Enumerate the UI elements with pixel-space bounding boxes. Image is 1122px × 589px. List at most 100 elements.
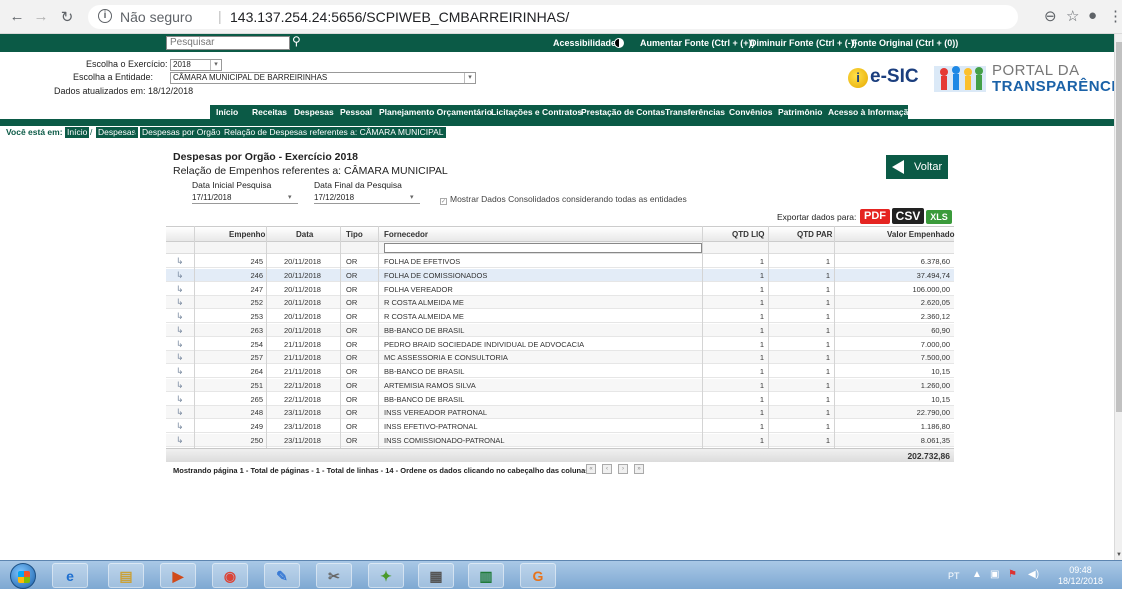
arrow-right-icon[interactable]: → xyxy=(32,8,50,25)
scroll-down-icon[interactable]: ▼ xyxy=(1115,552,1122,558)
header-qtd-liq[interactable]: QTD LIQ xyxy=(732,230,764,239)
menu-acesso[interactable]: Acesso à Informação xyxy=(828,107,914,117)
exercicio-select[interactable]: 2018 ▾ xyxy=(170,59,222,71)
menu-receitas[interactable]: Receitas xyxy=(252,107,287,117)
table-row[interactable]: ↳ 246 20/11/2018 OR FOLHA DE COMISSIONADOS 1 1… xyxy=(166,268,954,282)
prev-page-icon[interactable]: ‹ xyxy=(602,464,612,474)
search-input[interactable]: Pesquisar xyxy=(166,36,290,50)
reload-icon[interactable]: ↻ xyxy=(58,8,76,26)
row-select-icon[interactable]: ↳ xyxy=(176,297,184,308)
excel-icon[interactable]: ▥ xyxy=(468,563,504,588)
row-select-icon[interactable]: ↳ xyxy=(176,407,184,418)
font-increase-link[interactable]: Aumentar Fonte (Ctrl + (+)) xyxy=(640,38,755,48)
header-data[interactable]: Data xyxy=(296,230,313,239)
table-row[interactable]: ↳ 264 21/11/2018 OR BB-BANCO DE BRASIL 1 1 10,1… xyxy=(166,365,954,378)
chevron-down-icon[interactable]: ▾ xyxy=(288,193,292,201)
menu-licitacoes[interactable]: Licitações e Contratos xyxy=(491,107,582,117)
info-icon[interactable]: i xyxy=(98,9,112,23)
font-decrease-link[interactable]: Diminuir Fonte (Ctrl + (-)) xyxy=(750,38,857,48)
export-xls-button[interactable]: XLS xyxy=(926,210,952,224)
star-icon[interactable]: ☆ xyxy=(1066,7,1079,25)
breadcrumb-current[interactable]: Relação de Despesas referentes a: CÂMARA… xyxy=(222,127,446,138)
header-fornecedor[interactable]: Fornecedor xyxy=(384,230,428,239)
calculator-icon[interactable]: ▦ xyxy=(418,563,454,588)
table-row[interactable]: ↳ 253 20/11/2018 OR R COSTA ALMEIDA ME 1 1 2.36… xyxy=(166,310,954,323)
export-pdf-button[interactable]: PDF xyxy=(860,209,890,224)
breadcrumb-despesas-orgao[interactable]: Despesas por Orgão xyxy=(140,127,223,138)
menu-despesas[interactable]: Despesas xyxy=(294,107,334,117)
table-row[interactable]: ↳ 254 21/11/2018 OR PEDRO BRAID SOCIEDADE IN… xyxy=(166,338,954,351)
start-date-input[interactable]: 17/11/2018 xyxy=(192,193,298,204)
explorer-icon[interactable]: ▤ xyxy=(108,563,144,588)
row-select-icon[interactable]: ↳ xyxy=(176,380,184,391)
url-text[interactable]: 143.137.254.24:5656/SCPIWEB_CMBARREIRINH… xyxy=(230,9,569,25)
start-button[interactable] xyxy=(10,563,36,589)
table-row[interactable]: ↳ 265 22/11/2018 OR BB-BANCO DE BRASIL 1 1 10,1… xyxy=(166,393,954,406)
row-select-icon[interactable]: ↳ xyxy=(176,256,184,267)
row-select-icon[interactable]: ↳ xyxy=(176,366,184,377)
menu-inicio[interactable]: Início xyxy=(216,107,238,117)
table-row[interactable]: ↳ 247 20/11/2018 OR FOLHA VEREADOR 1 1 106.000,… xyxy=(166,283,954,296)
row-select-icon[interactable]: ↳ xyxy=(176,311,184,322)
breadcrumb-despesas[interactable]: Despesas xyxy=(96,127,138,138)
network-icon[interactable]: ▣ xyxy=(990,569,999,580)
entidade-select[interactable]: CÂMARA MUNICIPAL DE BARREIRINHAS ▾ xyxy=(170,72,476,84)
table-row[interactable]: ↳ 252 20/11/2018 OR R COSTA ALMEIDA ME 1 1 2.62… xyxy=(166,296,954,310)
end-date-input[interactable]: 17/12/2018 xyxy=(314,193,420,204)
pdf-creator-icon[interactable]: G xyxy=(520,563,556,588)
chrome-icon[interactable]: ◉ xyxy=(212,563,248,588)
table-row[interactable]: ↳ 263 20/11/2018 OR BB-BANCO DE BRASIL 1 1 60,9… xyxy=(166,323,954,337)
row-select-icon[interactable]: ↳ xyxy=(176,435,184,446)
fornecedor-filter-input[interactable] xyxy=(384,243,702,253)
clock[interactable]: 09:48 18/12/2018 xyxy=(1058,565,1103,587)
last-page-icon[interactable]: » xyxy=(634,464,644,474)
checkbox-icon[interactable]: ✓ xyxy=(440,198,447,205)
header-tipo[interactable]: Tipo xyxy=(346,230,363,239)
menu-icon[interactable]: ⋮ xyxy=(1108,7,1122,25)
header-valor[interactable]: Valor Empenhado xyxy=(887,230,955,239)
chevron-down-icon[interactable]: ▾ xyxy=(410,193,414,201)
back-button[interactable]: Voltar xyxy=(886,155,948,179)
next-page-icon[interactable]: › xyxy=(618,464,628,474)
profile-icon[interactable]: ● xyxy=(1088,7,1097,24)
font-original-link[interactable]: Fonte Original (Ctrl + (0)) xyxy=(852,38,958,48)
row-select-icon[interactable]: ↳ xyxy=(176,270,184,281)
menu-planejamento[interactable]: Planejamento Orçamentário xyxy=(379,107,492,117)
ie-icon[interactable]: e xyxy=(52,563,88,588)
header-qtd-par[interactable]: QTD PAR xyxy=(797,230,832,239)
export-csv-button[interactable]: CSV xyxy=(892,208,924,224)
row-select-icon[interactable]: ↳ xyxy=(176,421,184,432)
arrow-left-icon[interactable]: ← xyxy=(8,8,26,25)
paint-icon[interactable]: ✎ xyxy=(264,563,300,588)
table-row[interactable]: ↳ 257 21/11/2018 OR MC ASSESSORIA E CONSULTO… xyxy=(166,351,954,365)
row-select-icon[interactable]: ↳ xyxy=(176,325,184,336)
menu-pessoal[interactable]: Pessoal xyxy=(340,107,372,117)
first-page-icon[interactable]: « xyxy=(586,464,596,474)
scrollbar-thumb[interactable] xyxy=(1116,42,1122,412)
esic-logo[interactable]: i e-SIC xyxy=(848,64,920,94)
zoom-icon[interactable]: ⊖ xyxy=(1044,7,1057,25)
row-select-icon[interactable]: ↳ xyxy=(176,394,184,405)
row-select-icon[interactable]: ↳ xyxy=(176,352,184,363)
search-icon[interactable]: ⚲ xyxy=(292,34,301,48)
address-bar[interactable]: i Não seguro | 143.137.254.24:5656/SCPIW… xyxy=(88,5,1018,29)
row-select-icon[interactable]: ↳ xyxy=(176,339,184,350)
table-row[interactable]: ↳ 248 23/11/2018 OR INSS VEREADOR PATRONAL 1 1… xyxy=(166,406,954,420)
table-row[interactable]: ↳ 245 20/11/2018 OR FOLHA DE EFETIVOS 1 1 6.378… xyxy=(166,255,954,268)
action-center-icon[interactable]: ⚑ xyxy=(1008,569,1017,580)
consolidated-checkbox[interactable]: ✓ Mostrar Dados Consolidados considerando… xyxy=(440,194,687,205)
row-select-icon[interactable]: ↳ xyxy=(176,284,184,295)
breadcrumb-inicio[interactable]: Início xyxy=(65,127,90,138)
volume-icon[interactable]: ◀) xyxy=(1028,569,1039,580)
header-empenho[interactable]: Empenho xyxy=(229,230,265,239)
table-row[interactable]: ↳ 251 22/11/2018 OR ARTEMISIA RAMOS SILVA 1 1 1… xyxy=(166,378,954,392)
tools-icon[interactable]: ✂ xyxy=(316,563,352,588)
language-indicator[interactable]: PT xyxy=(948,571,960,581)
menu-patrimonio[interactable]: Patrimônio xyxy=(778,107,822,117)
menu-transferencias[interactable]: Transferências xyxy=(665,107,725,117)
menu-prestacao[interactable]: Prestação de Contas xyxy=(581,107,665,117)
bittorrent-icon[interactable]: ✦ xyxy=(368,563,404,588)
table-row[interactable]: ↳ 249 23/11/2018 OR INSS EFETIVO-PATRONAL 1 1 1… xyxy=(166,420,954,433)
media-player-icon[interactable]: ▶ xyxy=(160,563,196,588)
table-row[interactable]: ↳ 250 23/11/2018 OR INSS COMISSIONADO-PATRON… xyxy=(166,433,954,447)
